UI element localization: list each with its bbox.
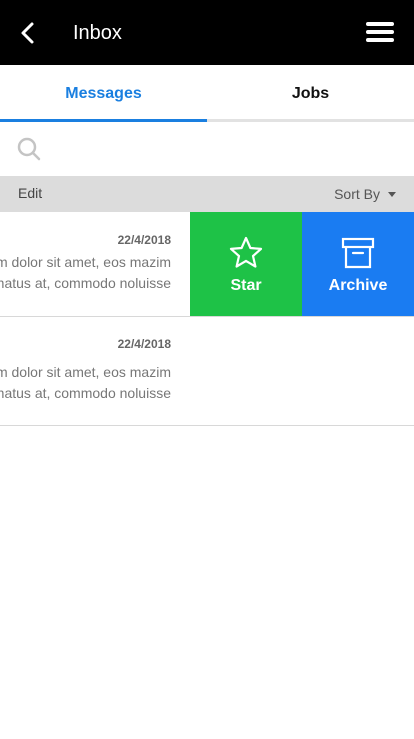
app-header: Inbox (0, 0, 414, 65)
message-date: 22/4/2018 (117, 233, 171, 247)
message-preview-line: nominavi ornatus at, commodo noluisse (0, 385, 171, 401)
search-bar (0, 122, 414, 176)
message-list: 22/4/2018 Lorem ipsum dolor sit amet, eo… (0, 212, 414, 426)
message-preview: Lorem ipsum dolor sit amet, eos mazim no… (0, 362, 171, 404)
archive-icon (341, 237, 375, 269)
star-action-label: Star (230, 277, 262, 294)
list-toolbar: Edit Sort By (0, 176, 414, 212)
message-date: 22/4/2018 (117, 337, 171, 351)
tab-bar: Messages Jobs (0, 65, 414, 122)
message-preview-line: Lorem ipsum dolor sit amet, eos mazim (0, 254, 171, 270)
sort-by-label: Sort By (334, 186, 380, 202)
hamburger-icon (366, 22, 394, 26)
star-action-button[interactable]: Star (190, 212, 302, 316)
message-row[interactable]: 22/4/2018 Lorem ipsum dolor sit amet, eo… (0, 317, 414, 426)
tab-jobs[interactable]: Jobs (207, 65, 414, 122)
tab-messages[interactable]: Messages (0, 65, 207, 122)
inbox-screen: Inbox Messages Jobs Edit Sort By 22/4/20… (0, 0, 414, 739)
search-input[interactable] (52, 132, 402, 166)
message-row[interactable]: 22/4/2018 Lorem ipsum dolor sit amet, eo… (0, 212, 414, 317)
archive-action-button[interactable]: Archive (302, 212, 414, 316)
message-preview-line: Lorem ipsum dolor sit amet, eos mazim (0, 364, 171, 380)
edit-button[interactable]: Edit (18, 185, 42, 201)
message-preview-line: nominavi ornatus at, commodo noluisse (0, 275, 171, 291)
menu-button[interactable] (366, 22, 396, 46)
archive-action-label: Archive (328, 277, 388, 294)
message-preview: Lorem ipsum dolor sit amet, eos mazim no… (0, 252, 171, 294)
back-button[interactable] (14, 19, 40, 47)
chevron-left-icon (21, 22, 34, 44)
page-title: Inbox (73, 22, 122, 44)
sort-by-dropdown[interactable]: Sort By (334, 186, 396, 202)
message-content[interactable]: 22/4/2018 Lorem ipsum dolor sit amet, eo… (0, 212, 190, 316)
caret-down-icon (388, 191, 396, 197)
star-icon (229, 236, 263, 268)
message-content[interactable]: 22/4/2018 Lorem ipsum dolor sit amet, eo… (0, 317, 190, 425)
search-icon (17, 137, 41, 161)
